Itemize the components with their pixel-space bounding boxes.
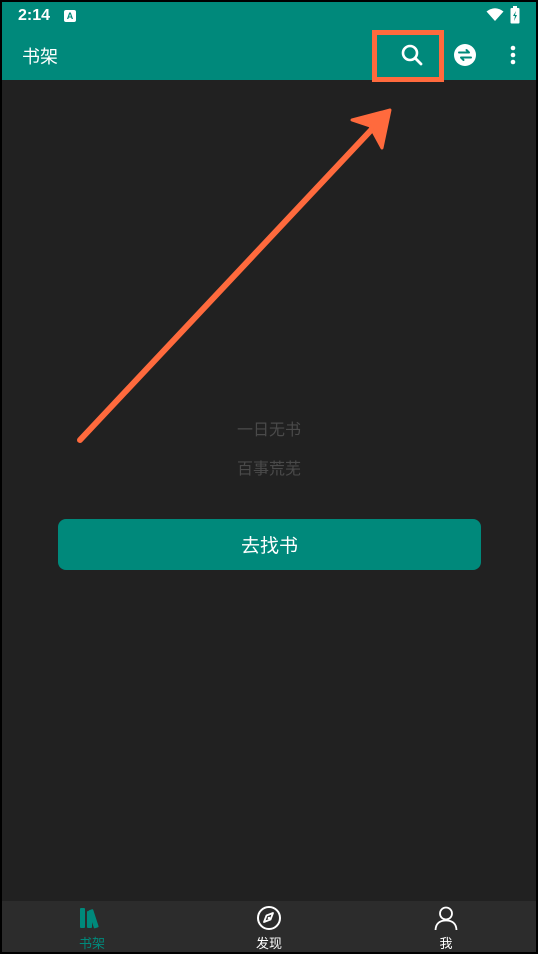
find-books-button[interactable]: 去找书 [58,519,481,570]
empty-shelf-text-line2: 百事荒芜 [236,459,301,478]
nav-item-bookshelf[interactable]: 书架 [32,901,152,952]
more-options-button[interactable] [496,38,530,72]
empty-shelf-text-line1: 一日无书 [236,420,301,439]
nav-label-me: 我 [439,937,453,952]
status-bar: 2:14 A [2,2,536,32]
bookshelf-icon [80,908,99,929]
wifi-icon [486,8,504,26]
swap-icon [454,44,476,66]
person-icon [434,906,458,931]
page-title: 书架 [22,47,58,68]
compass-icon [257,906,281,930]
nav-item-discover[interactable]: 发现 [209,901,329,952]
battery-icon [510,6,520,28]
notification-app-icon: A [64,10,76,22]
app-bar: 2:14 A 书架 [2,2,536,80]
nav-item-me[interactable]: 我 [386,901,506,952]
nav-label-discover: 发现 [255,937,282,952]
bottom-navigation: 书架 发现 我 [2,901,536,952]
more-vert-icon [510,45,516,65]
nav-label-bookshelf: 书架 [78,937,105,952]
app-screen: 2:14 A 书架 一日无书 百事荒芜 去找书 书架 发现 我 [0,0,538,954]
switch-button[interactable] [448,38,482,72]
status-time: 2:14 [18,7,51,24]
search-highlight-annotation [372,30,444,82]
